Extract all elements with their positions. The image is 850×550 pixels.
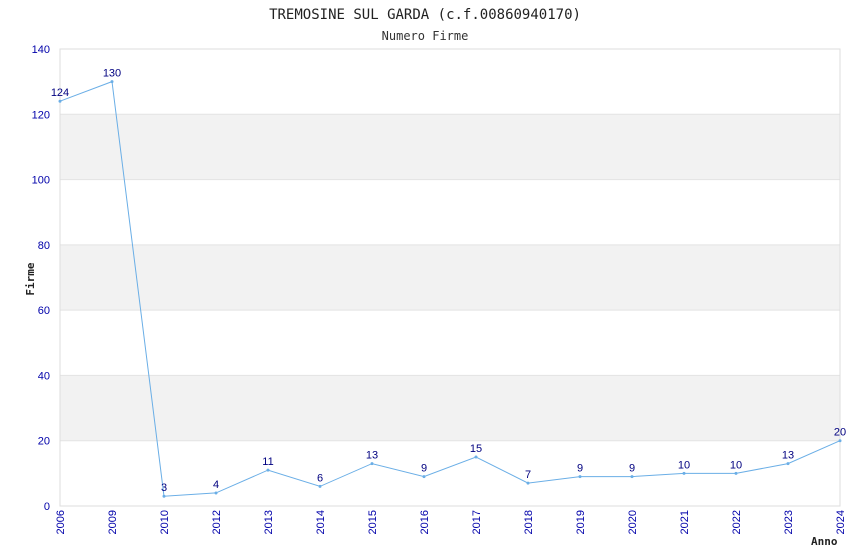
data-point [682, 471, 686, 475]
y-tick-label: 20 [38, 436, 50, 448]
x-tick-label: 2013 [263, 510, 275, 534]
data-label: 15 [470, 443, 482, 455]
data-point [578, 475, 582, 479]
x-tick-label: 2014 [315, 510, 327, 534]
data-label: 10 [730, 459, 742, 471]
x-tick-label: 2016 [419, 510, 431, 534]
x-tick-label: 2017 [471, 510, 483, 534]
y-tick-label: 80 [38, 240, 50, 252]
data-label: 10 [678, 459, 690, 471]
data-label: 11 [262, 456, 273, 468]
data-point [110, 80, 114, 84]
data-label: 13 [782, 450, 794, 462]
grid-band [60, 375, 840, 441]
data-point [58, 99, 62, 103]
grid-band [60, 244, 840, 311]
x-tick-label: 2015 [367, 510, 379, 534]
data-label: 4 [213, 479, 219, 491]
data-point [734, 471, 738, 475]
x-tick-label: 2018 [523, 510, 535, 534]
data-label: 3 [161, 482, 167, 494]
data-point [786, 462, 790, 466]
data-point [318, 484, 322, 488]
data-point [162, 494, 166, 498]
x-axis-label: Anno [811, 535, 838, 548]
y-tick-label: 140 [32, 44, 50, 56]
line-chart: TREMOSINE SUL GARDA (c.f.00860940170) Nu… [24, 7, 847, 548]
y-tick-label: 40 [38, 370, 50, 382]
y-tick-label: 100 [32, 175, 50, 187]
data-label: 7 [525, 469, 531, 481]
chart-title: TREMOSINE SUL GARDA (c.f.00860940170) [269, 7, 581, 23]
data-point [526, 481, 530, 485]
data-point [266, 468, 270, 472]
x-tick-label: 2024 [835, 510, 847, 534]
data-point [474, 455, 478, 459]
x-tick-label: 2021 [679, 510, 691, 534]
data-label: 9 [629, 463, 635, 475]
chart-subtitle: Numero Firme [382, 29, 469, 43]
data-label: 9 [577, 463, 583, 475]
x-tick-label: 2022 [731, 510, 743, 534]
data-point [422, 475, 426, 479]
data-point [214, 491, 218, 495]
data-label: 9 [421, 463, 427, 475]
data-point [370, 462, 374, 466]
x-axis-ticks: 2006 2009 2010 2012 2013 2014 2015 2016 2017 2018… [55, 510, 847, 534]
x-tick-label: 2023 [783, 510, 795, 534]
data-point [630, 475, 634, 479]
x-tick-label: 2009 [107, 510, 119, 534]
data-label: 130 [103, 68, 121, 80]
x-tick-label: 2019 [575, 510, 587, 534]
grid-bands [60, 114, 840, 441]
x-tick-label: 2006 [55, 510, 67, 534]
data-label: 13 [366, 450, 378, 462]
data-label: 124 [51, 87, 69, 99]
data-point [838, 439, 842, 443]
x-tick-label: 2010 [159, 510, 171, 534]
y-tick-label: 0 [44, 501, 50, 513]
x-tick-label: 2012 [211, 510, 223, 534]
x-tick-label: 2020 [627, 510, 639, 534]
data-label: 6 [317, 472, 323, 484]
grid-band [60, 114, 840, 180]
data-label: 20 [834, 427, 846, 439]
y-tick-label: 120 [32, 109, 50, 121]
y-axis-label: Firme [24, 262, 37, 295]
y-tick-label: 60 [38, 305, 50, 317]
